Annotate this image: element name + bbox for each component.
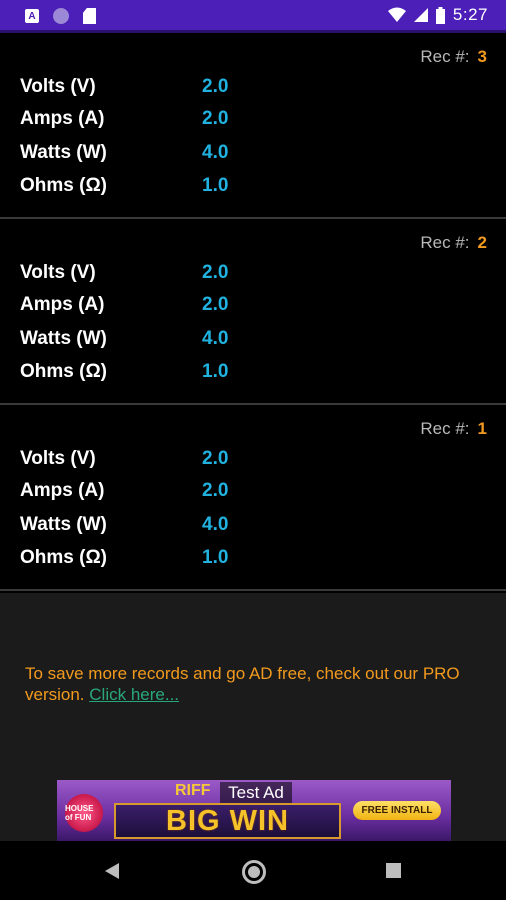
volts-row: Volts (V) 2.0 <box>20 448 500 481</box>
record-number: 1 <box>477 419 487 438</box>
navigation-bar <box>0 841 506 900</box>
ohms-label: Ohms (Ω) <box>20 361 108 382</box>
amps-value: 2.0 <box>202 294 229 315</box>
ohms-value: 1.0 <box>202 175 229 196</box>
amps-label: Amps (A) <box>20 294 105 315</box>
amps-row: Amps (A) 2.0 <box>20 108 500 141</box>
ohms-row: Ohms (Ω) 1.0 <box>20 175 500 208</box>
amps-row: Amps (A) 2.0 <box>20 294 500 327</box>
amps-value: 2.0 <box>202 108 229 129</box>
record-card[interactable]: Rec #: 3 Volts (V) 2.0 Amps (A) 2.0 Watts… <box>0 33 506 219</box>
ad-banner[interactable]: HOUSE of FUN RIFF Test Ad BIG WIN FREE I… <box>57 780 451 841</box>
record-header: Rec #: 3 <box>420 47 487 67</box>
home-icon[interactable] <box>242 860 266 884</box>
ohms-value: 1.0 <box>202 547 229 568</box>
volts-label: Volts (V) <box>20 262 96 283</box>
circle-notification-icon <box>53 8 69 24</box>
ad-title: BIG WIN <box>166 804 289 837</box>
promo-link[interactable]: Click here... <box>89 685 179 704</box>
record-label: Rec #: <box>420 233 470 252</box>
record-label: Rec #: <box>420 419 470 438</box>
ohms-row: Ohms (Ω) 1.0 <box>20 361 500 394</box>
a-notification-icon: A <box>25 9 39 23</box>
pro-promo: To save more records and go AD free, che… <box>25 663 475 705</box>
watts-value: 4.0 <box>202 142 229 163</box>
volts-value: 2.0 <box>202 76 229 97</box>
amps-value: 2.0 <box>202 480 229 501</box>
watts-label: Watts (W) <box>20 142 107 163</box>
watts-value: 4.0 <box>202 514 229 535</box>
volts-value: 2.0 <box>202 448 229 469</box>
records-list: Rec #: 3 Volts (V) 2.0 Amps (A) 2.0 Watts… <box>0 33 506 591</box>
wifi-icon <box>387 7 406 22</box>
volts-value: 2.0 <box>202 262 229 283</box>
ohms-row: Ohms (Ω) 1.0 <box>20 547 500 580</box>
ad-logo: HOUSE of FUN <box>65 794 103 832</box>
record-number: 3 <box>477 47 487 66</box>
back-icon[interactable] <box>105 863 119 879</box>
volts-row: Volts (V) 2.0 <box>20 76 500 109</box>
record-number: 2 <box>477 233 487 252</box>
ad-title-box: BIG WIN <box>114 803 341 839</box>
amps-label: Amps (A) <box>20 480 105 501</box>
watts-label: Watts (W) <box>20 328 107 349</box>
watts-label: Watts (W) <box>20 514 107 535</box>
watts-row: Watts (W) 4.0 <box>20 514 500 547</box>
volts-label: Volts (V) <box>20 76 96 97</box>
status-bar-right: 5:27 <box>387 5 488 25</box>
record-header: Rec #: 2 <box>420 233 487 253</box>
status-bar: A 5:27 <box>0 0 506 33</box>
test-ad-label: Test Ad <box>220 782 292 804</box>
amps-label: Amps (A) <box>20 108 105 129</box>
status-time: 5:27 <box>452 5 488 24</box>
watts-value: 4.0 <box>202 328 229 349</box>
recents-icon[interactable] <box>386 863 401 878</box>
ad-brand: RIFF <box>175 782 211 799</box>
volts-row: Volts (V) 2.0 <box>20 262 500 295</box>
ohms-value: 1.0 <box>202 361 229 382</box>
sd-card-icon <box>83 8 96 24</box>
watts-row: Watts (W) 4.0 <box>20 142 500 175</box>
bottom-panel: To save more records and go AD free, che… <box>0 593 506 841</box>
ad-install-button[interactable]: FREE INSTALL <box>353 801 441 820</box>
record-card[interactable]: Rec #: 1 Volts (V) 2.0 Amps (A) 2.0 Watts… <box>0 405 506 591</box>
status-bar-left-icons: A <box>25 8 96 24</box>
amps-row: Amps (A) 2.0 <box>20 480 500 513</box>
record-card[interactable]: Rec #: 2 Volts (V) 2.0 Amps (A) 2.0 Watts… <box>0 219 506 405</box>
ohms-label: Ohms (Ω) <box>20 547 108 568</box>
signal-icon <box>413 8 428 22</box>
volts-label: Volts (V) <box>20 448 96 469</box>
ohms-label: Ohms (Ω) <box>20 175 108 196</box>
record-label: Rec #: <box>420 47 470 66</box>
battery-icon <box>435 6 445 24</box>
record-header: Rec #: 1 <box>420 419 487 439</box>
watts-row: Watts (W) 4.0 <box>20 328 500 361</box>
